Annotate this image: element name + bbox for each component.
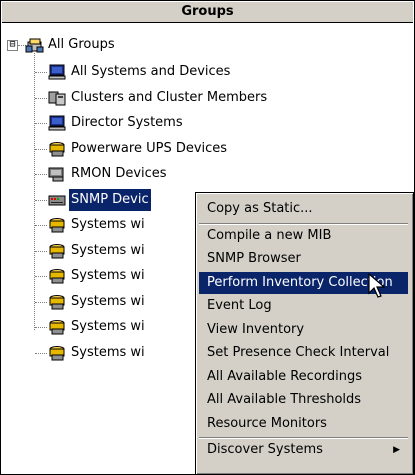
device-group-icon xyxy=(49,294,65,309)
context-menu: Copy as Static... Compile a new MIB SNMP B… xyxy=(195,192,414,475)
tree-node[interactable]: Systems wi xyxy=(69,265,147,287)
tree-node-label: Systems wi xyxy=(71,217,145,232)
menu-item-label: All Available Recordings xyxy=(207,368,363,384)
device-group-icon xyxy=(49,320,65,335)
tree-node-label: RMON Devices xyxy=(71,166,167,181)
rmon-icon xyxy=(48,167,64,182)
tree-node-label: Systems wi xyxy=(71,293,145,309)
menu-item[interactable]: Set Presence Check Interval xyxy=(199,342,408,364)
tree-connector xyxy=(35,148,47,150)
tree-node[interactable]: Systems wi xyxy=(69,291,147,313)
tree-node-label: All Groups xyxy=(48,37,115,52)
menu-item-label: View Inventory xyxy=(207,321,305,337)
menu-item-label: Set Presence Check Interval xyxy=(207,345,390,360)
tree-node[interactable]: SNMP Devic xyxy=(69,188,151,211)
tree-node[interactable]: Systems wi xyxy=(69,214,147,236)
tree-connector xyxy=(35,225,47,226)
menu-item-label: Resource Monitors xyxy=(207,415,327,431)
tree-node[interactable]: Director Systems xyxy=(69,112,185,134)
cluster-icon xyxy=(48,91,66,105)
tree-connector xyxy=(35,199,47,201)
tree-node[interactable]: Powerware UPS Devices xyxy=(69,138,229,160)
tree-connector xyxy=(35,327,47,328)
submenu-arrow-icon: ▶ xyxy=(393,445,400,455)
tree-node[interactable]: Systems wi xyxy=(69,342,147,364)
tree-node[interactable]: Systems wi xyxy=(69,316,147,338)
tree-connector xyxy=(35,352,47,354)
mouse-pointer-icon xyxy=(368,273,386,298)
monitor-icon xyxy=(48,115,66,131)
tree-node-label: Director Systems xyxy=(71,115,183,130)
tree-connector xyxy=(35,123,47,124)
tree-node[interactable]: All Systems and Devices xyxy=(69,61,232,83)
tree-node-label: Systems wi xyxy=(71,242,145,258)
tree-connector xyxy=(35,97,47,99)
menu-item-label: Perform Inventory Collection xyxy=(207,274,393,290)
device-group-icon xyxy=(49,243,65,258)
tree-node[interactable]: Clusters and Cluster Members xyxy=(69,87,269,109)
menu-item-label: Compile a new MIB xyxy=(207,227,332,243)
tree-connector xyxy=(35,301,47,303)
tree-node-label: Clusters and Cluster Members xyxy=(71,89,268,105)
tree-connector xyxy=(35,174,47,175)
tree-node[interactable]: RMON Devices xyxy=(69,163,169,185)
tree-node-label: Powerware UPS Devices xyxy=(71,140,228,156)
device-group-icon xyxy=(49,218,65,233)
panel-title: Groups xyxy=(2,2,413,23)
tree-node-label: Systems wi xyxy=(71,319,145,334)
snmp-icon xyxy=(48,195,66,205)
menu-item[interactable]: All Available Thresholds xyxy=(199,389,408,411)
tree-node[interactable]: Systems wi xyxy=(69,240,147,262)
menu-item[interactable]: All Available Recordings xyxy=(199,366,408,388)
menu-item[interactable]: View Inventory xyxy=(199,319,408,341)
menu-item[interactable]: Resource Monitors xyxy=(199,413,408,435)
menu-item-label: Discover Systems xyxy=(207,442,323,457)
monitor-icon xyxy=(48,64,66,80)
menu-item[interactable]: Copy as Static... xyxy=(199,198,408,220)
tree-connector xyxy=(34,53,35,330)
menu-item-label: SNMP Browser xyxy=(207,251,301,266)
tree-node-label: Systems wi xyxy=(71,344,145,360)
menu-item-label: Event Log xyxy=(207,298,272,313)
device-group-icon xyxy=(49,141,65,156)
groups-icon xyxy=(25,38,44,53)
tree-node-all-groups[interactable]: All Groups xyxy=(46,34,117,56)
menu-item[interactable]: SNMP Browser xyxy=(199,248,408,270)
tree-node-label: All Systems and Devices xyxy=(71,64,231,79)
device-group-icon xyxy=(49,269,65,284)
tree-node-label: SNMP Devic xyxy=(69,188,151,211)
menu-item-label: All Available Thresholds xyxy=(207,392,362,407)
menu-item[interactable]: Compile a new MIB xyxy=(199,225,408,247)
device-group-icon xyxy=(49,345,65,360)
menu-item-label: Copy as Static... xyxy=(207,201,313,216)
collapse-expander[interactable]: ⊟ xyxy=(7,40,18,51)
tree-node-label: Systems wi xyxy=(71,268,145,283)
menu-item[interactable]: Discover Systems ▶ xyxy=(199,439,408,461)
tree-connector xyxy=(35,250,47,252)
tree-connector xyxy=(35,276,47,277)
tree-connector xyxy=(35,72,47,73)
